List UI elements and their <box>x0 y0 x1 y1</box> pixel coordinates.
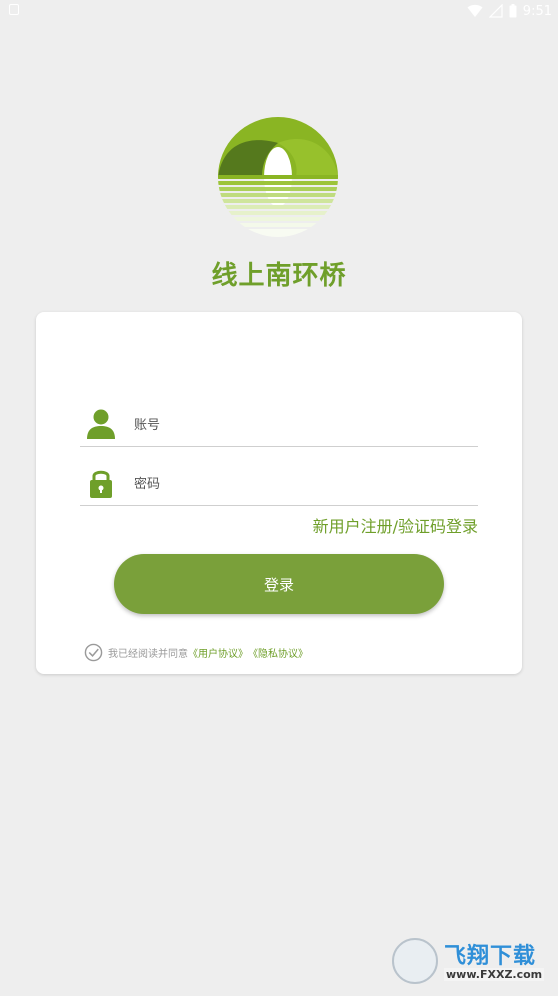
watermark: 飞翔下载 www.FXXZ.com <box>392 936 548 988</box>
status-bar: 9:51 <box>0 0 558 22</box>
agreement-row: 我已经阅读并同意 《用户协议》 《隐私协议》 <box>84 642 308 662</box>
agree-checkbox-icon[interactable] <box>84 643 103 662</box>
watermark-title: 飞翔下载 <box>444 944 537 969</box>
login-card: 新用户注册/验证码登录 登录 我已经阅读并同意 《用户协议》 《隐私协议》 <box>36 312 522 674</box>
status-time: 9:51 <box>522 3 552 19</box>
account-field <box>80 406 478 447</box>
password-field <box>80 465 478 506</box>
status-icons: 9:51 <box>467 2 552 20</box>
agreement-text: 我已经阅读并同意 <box>108 648 188 660</box>
account-input[interactable] <box>132 410 466 440</box>
notification-app-icon <box>9 4 19 15</box>
watermark-logo-icon <box>392 938 438 984</box>
user-icon <box>87 409 115 439</box>
watermark-url: www.FXXZ.com <box>444 968 545 981</box>
app-logo <box>218 117 338 237</box>
password-input[interactable] <box>132 469 466 499</box>
lock-icon <box>90 470 112 498</box>
login-button[interactable]: 登录 <box>114 554 444 614</box>
register-link[interactable]: 新用户注册/验证码登录 <box>313 513 478 537</box>
battery-icon <box>509 4 517 18</box>
user-agreement-link[interactable]: 《用户协议》 <box>188 645 248 660</box>
signal-off-icon <box>488 4 503 18</box>
wifi-icon <box>467 4 483 17</box>
privacy-agreement-link[interactable]: 《隐私协议》 <box>248 645 308 660</box>
app-name: 线上南环桥 <box>211 261 347 291</box>
